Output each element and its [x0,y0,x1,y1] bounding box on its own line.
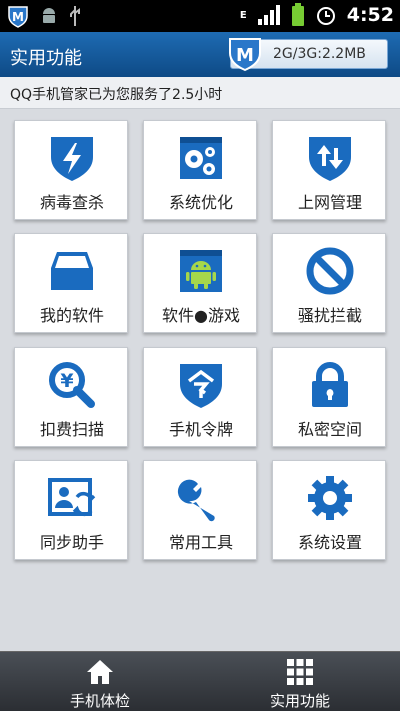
nav-label: 实用功能 [269,692,330,710]
system-optimize-icon [180,137,222,179]
alarm-icon [316,7,335,25]
fee-scan-icon: ¥ [49,362,95,408]
nav-phone-check[interactable]: 手机体检 [0,652,200,711]
tile-my-software[interactable]: 我的软件 [14,233,128,333]
tile-label: 系统设置 [297,533,362,552]
tile-network-manage[interactable]: 上网管理 [272,120,386,220]
sync-assistant-icon [48,478,96,516]
tile-phone-token[interactable]: 手机令牌 [143,347,257,447]
virus-scan-icon [51,137,93,181]
clock: 4:52 [346,4,394,26]
page-title: 实用功能 [10,48,82,69]
android-icon [43,8,55,23]
tile-settings[interactable]: 系统设置 [272,460,386,560]
traffic-value: 2G/3G:2.2MB [273,46,366,62]
service-info-text: QQ手机管家已为您服务了2.5小时 [10,87,223,103]
tile-fee-scan[interactable]: ¥ 扣费扫描 [14,347,128,447]
usb-icon [70,6,80,26]
grid-icon [287,659,313,685]
block-icon [306,247,354,295]
qq-manager-icon: M [8,6,28,28]
tile-tools[interactable]: 常用工具 [143,460,257,560]
signal-icon [257,5,280,25]
home-icon [87,660,113,684]
nav-label: 手机体检 [69,692,130,710]
tile-label: 上网管理 [297,193,362,212]
svg-text:M: M [12,10,24,24]
tile-private-space[interactable]: 私密空间 [272,347,386,447]
network-e-icon: E [239,9,247,21]
service-info-bar: QQ手机管家已为您服务了2.5小时 [0,77,400,109]
traffic-indicator[interactable]: M 2G/3G:2.2MB [229,38,388,72]
bottom-nav: 手机体检 实用功能 [0,651,400,711]
tile-software-games[interactable]: 软件●游戏 [143,233,257,333]
tile-label: 私密空间 [297,420,362,439]
nav-utilities[interactable]: 实用功能 [200,652,400,711]
settings-icon [308,476,352,520]
tile-block[interactable]: 骚扰拦截 [272,233,386,333]
tile-label: 系统优化 [168,193,233,212]
network-manage-icon [309,137,351,181]
svg-text:¥: ¥ [60,370,73,392]
status-bar: M E 4:52 [0,0,400,32]
private-space-icon [312,362,348,407]
my-software-icon [51,252,93,290]
qq-manager-logo-icon: M [229,38,261,72]
tile-label: 扣费扫描 [39,420,104,439]
title-bar: 实用功能 M 2G/3G:2.2MB [0,32,400,77]
tools-icon [177,479,215,522]
tile-label: 我的软件 [39,306,104,325]
tile-label: 同步助手 [39,533,104,552]
tile-label: 病毒查杀 [39,193,104,212]
tile-label: 骚扰拦截 [297,306,362,325]
tile-sync-assistant[interactable]: 同步助手 [14,460,128,560]
tile-label: 手机令牌 [168,420,233,439]
phone-token-icon [180,364,222,408]
tile-virus-scan[interactable]: 病毒查杀 [14,120,128,220]
tile-system-optimize[interactable]: 系统优化 [143,120,257,220]
software-games-icon [180,250,222,292]
svg-text:M: M [236,45,254,66]
battery-icon [291,3,304,26]
tile-label: 软件●游戏 [162,306,240,325]
tile-label: 常用工具 [168,533,233,552]
